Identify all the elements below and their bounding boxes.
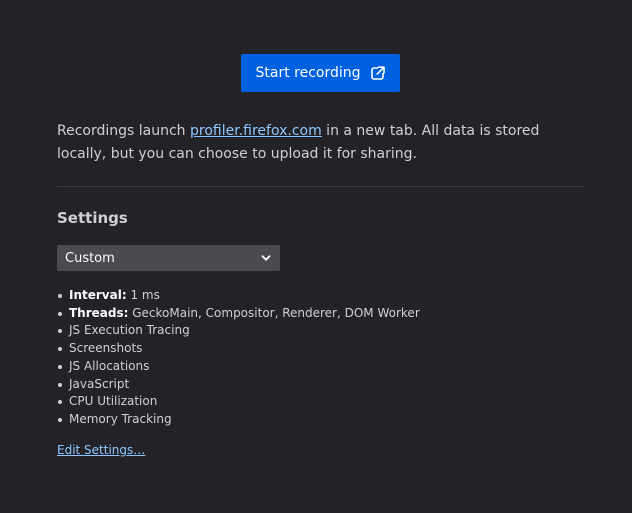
list-item: JavaScript xyxy=(57,376,420,394)
list-item-threads: Threads: GeckoMain, Compositor, Renderer… xyxy=(57,305,420,323)
profiler-popup: Start recording Recordings launch profil… xyxy=(0,0,632,513)
divider xyxy=(57,186,585,187)
list-item: CPU Utilization xyxy=(57,393,420,411)
list-item-interval: Interval: 1 ms xyxy=(57,287,420,305)
list-item: Screenshots xyxy=(57,340,420,358)
intro-before-link: Recordings launch xyxy=(57,123,190,139)
interval-value: 1 ms xyxy=(126,288,160,302)
intro-text: Recordings launch profiler.firefox.com i… xyxy=(57,120,585,165)
start-recording-button[interactable]: Start recording xyxy=(241,54,400,92)
list-item: Memory Tracking xyxy=(57,411,420,429)
preset-select[interactable]: Custom xyxy=(57,245,280,271)
preset-selected-value: Custom xyxy=(65,250,115,266)
edit-settings-link[interactable]: Edit Settings… xyxy=(57,443,145,457)
settings-title: Settings xyxy=(57,209,128,227)
threads-value: GeckoMain, Compositor, Renderer, DOM Wor… xyxy=(128,305,420,320)
interval-label: Interval: xyxy=(69,288,127,302)
external-link-icon xyxy=(370,65,386,81)
threads-label: Threads: xyxy=(69,305,129,320)
profiler-link[interactable]: profiler.firefox.com xyxy=(190,123,322,139)
list-item: JS Allocations xyxy=(57,358,420,376)
chevron-down-icon xyxy=(260,252,272,264)
list-item: JS Execution Tracing xyxy=(57,322,420,340)
settings-summary-list: Interval: 1 ms Threads: GeckoMain, Compo… xyxy=(57,287,420,429)
start-recording-label: Start recording xyxy=(255,65,361,81)
